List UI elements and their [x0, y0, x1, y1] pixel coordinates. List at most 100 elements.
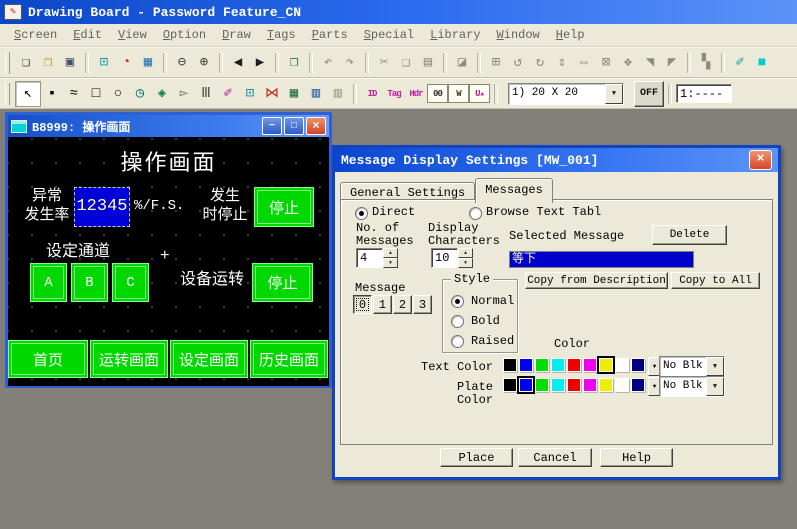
delete-button[interactable]: Delete — [652, 225, 727, 245]
close-button[interactable]: × — [306, 117, 326, 135]
draw-pen-icon[interactable]: ✐ — [729, 52, 751, 74]
num-messages-value[interactable]: 4 — [356, 248, 383, 268]
color-swatch-0[interactable] — [503, 358, 517, 372]
message-button-2[interactable]: 2 — [393, 295, 412, 314]
tag-id-icon[interactable]: ID — [361, 83, 383, 105]
browse-text-table-radio[interactable] — [469, 207, 482, 220]
menu-edit[interactable]: Edit — [65, 24, 110, 46]
shrink-icon[interactable]: ⊠ — [595, 52, 617, 74]
dropdown-arrow-icon[interactable]: ▼ — [605, 84, 623, 104]
spin-down-icon[interactable]: ▼ — [383, 258, 398, 268]
redo-icon[interactable]: ↷ — [339, 52, 361, 74]
flip-horizontal-icon[interactable]: ⇔ — [573, 52, 595, 74]
shear-right-icon[interactable]: ◤ — [661, 52, 683, 74]
zoom-out-icon[interactable]: ⊖ — [171, 52, 193, 74]
toolbar-grip[interactable] — [5, 83, 10, 105]
menu-help[interactable]: Help — [548, 24, 593, 46]
draw-arc-icon[interactable]: ◷ — [129, 83, 151, 105]
draw-point-icon[interactable]: ▪ — [41, 83, 63, 105]
plate-blink-select[interactable]: No Blk ▼ — [659, 376, 725, 397]
copy-to-all-button[interactable]: Copy to All — [671, 272, 760, 289]
new-file-icon[interactable]: ❏ — [15, 52, 37, 74]
menu-parts[interactable]: Parts — [304, 24, 356, 46]
draw-polyline-icon[interactable]: ≈ — [63, 83, 85, 105]
nav-button-1[interactable]: 运转画面 — [90, 340, 168, 378]
display-characters-spinner[interactable]: 10 ▲▼ — [431, 248, 473, 268]
style-radio-2[interactable] — [451, 335, 464, 348]
grid-size-select[interactable]: 1) 20 X 20 ▼ — [508, 83, 624, 105]
screen-jump-icon[interactable]: ⊡ — [93, 52, 115, 74]
channel-button-1[interactable]: B — [71, 263, 108, 302]
library-parts-2-icon[interactable]: ▥ — [327, 83, 349, 105]
open-folder-icon[interactable]: ❐ — [37, 52, 59, 74]
color-swatch-8[interactable] — [631, 378, 645, 392]
color-box-icon[interactable]: ■ — [751, 52, 773, 74]
tag-label-icon[interactable]: Tag — [383, 83, 405, 105]
channel-button-0[interactable]: A — [30, 263, 67, 302]
color-swatch-6[interactable] — [599, 358, 613, 372]
shear-left-icon[interactable]: ◥ — [639, 52, 661, 74]
spin-up-icon[interactable]: ▲ — [383, 248, 398, 258]
rotate-ccw-icon[interactable]: ↺ — [507, 52, 529, 74]
numeric-display-part[interactable]: 12345 — [74, 187, 130, 227]
drawing-canvas[interactable]: 操作画面 异常 发生率 12345 %/F.S. 发生 时停止 停止 设定通道 … — [8, 137, 329, 386]
selected-message-field[interactable]: 等下 — [509, 251, 694, 268]
color-swatch-4[interactable] — [567, 358, 581, 372]
canvas-window-titlebar[interactable]: B8999: 操作画面 − □ × — [8, 115, 329, 137]
color-swatch-4[interactable] — [567, 378, 581, 392]
draw-circle-icon[interactable]: ○ — [107, 83, 129, 105]
zoom-in-icon[interactable]: ⊕ — [193, 52, 215, 74]
style-radio-0[interactable] — [451, 295, 464, 308]
rotate-cw-icon[interactable]: ↻ — [529, 52, 551, 74]
direct-radio[interactable] — [355, 207, 368, 220]
u-part-icon[interactable]: U▴ — [469, 84, 490, 103]
menu-screen[interactable]: Screen — [6, 24, 65, 46]
spin-down-icon[interactable]: ▼ — [458, 258, 473, 268]
cancel-button[interactable]: Cancel — [518, 448, 592, 467]
tag-header-icon[interactable]: Hdr — [405, 83, 427, 105]
group-parts-icon[interactable]: ▚ — [695, 52, 717, 74]
binary-display-icon[interactable]: 00 — [427, 84, 448, 103]
cut-icon[interactable]: ✂ — [373, 52, 395, 74]
multi-copy-icon[interactable]: ⋈ — [261, 83, 283, 105]
num-messages-spinner[interactable]: 4 ▲▼ — [356, 248, 398, 268]
color-swatch-0[interactable] — [503, 378, 517, 392]
help-button[interactable]: Help — [600, 448, 673, 467]
display-characters-value[interactable]: 10 — [431, 248, 458, 268]
dialog-titlebar[interactable]: Message Display Settings [MW_001] × — [335, 148, 778, 172]
menu-library[interactable]: Library — [422, 24, 488, 46]
enlarge-icon[interactable]: ❖ — [617, 52, 639, 74]
menu-option[interactable]: Option — [155, 24, 214, 46]
erase-icon[interactable]: ◪ — [451, 52, 473, 74]
simulator-icon[interactable]: ▦ — [137, 52, 159, 74]
color-swatch-1[interactable] — [519, 358, 533, 372]
paste-icon[interactable]: ▤ — [417, 52, 439, 74]
select-pointer-icon[interactable]: ↖ — [15, 81, 41, 107]
menu-special[interactable]: Special — [356, 24, 422, 46]
previous-screen-icon[interactable]: ◀ — [227, 52, 249, 74]
minimize-button[interactable]: − — [262, 117, 282, 135]
item-number-field[interactable]: 1:---- — [676, 84, 732, 103]
color-swatch-2[interactable] — [535, 378, 549, 392]
place-button[interactable]: Place — [440, 448, 513, 467]
copy-icon[interactable]: ❑ — [395, 52, 417, 74]
text-blink-select[interactable]: No Blk ▼ — [659, 356, 725, 377]
undo-icon[interactable]: ↶ — [317, 52, 339, 74]
nav-button-2[interactable]: 设定画面 — [170, 340, 248, 378]
bitmap-image-icon[interactable]: ▦ — [283, 83, 305, 105]
fill-paint-icon[interactable]: ◈ — [151, 83, 173, 105]
style-radio-1[interactable] — [451, 315, 464, 328]
nav-button-3[interactable]: 历史画面 — [250, 340, 328, 378]
maximize-button[interactable]: □ — [284, 117, 304, 135]
draw-rectangle-icon[interactable]: □ — [85, 83, 107, 105]
spin-up-icon[interactable]: ▲ — [458, 248, 473, 258]
channel-button-2[interactable]: C — [112, 263, 149, 302]
menu-view[interactable]: View — [110, 24, 155, 46]
nav-button-0[interactable]: 首页 — [8, 340, 88, 378]
tab-messages[interactable]: Messages — [475, 178, 553, 203]
menu-draw[interactable]: Draw — [214, 24, 259, 46]
flip-vertical-icon[interactable]: ⇕ — [551, 52, 573, 74]
color-swatch-7[interactable] — [615, 378, 629, 392]
color-swatch-3[interactable] — [551, 358, 565, 372]
color-swatch-6[interactable] — [599, 378, 613, 392]
